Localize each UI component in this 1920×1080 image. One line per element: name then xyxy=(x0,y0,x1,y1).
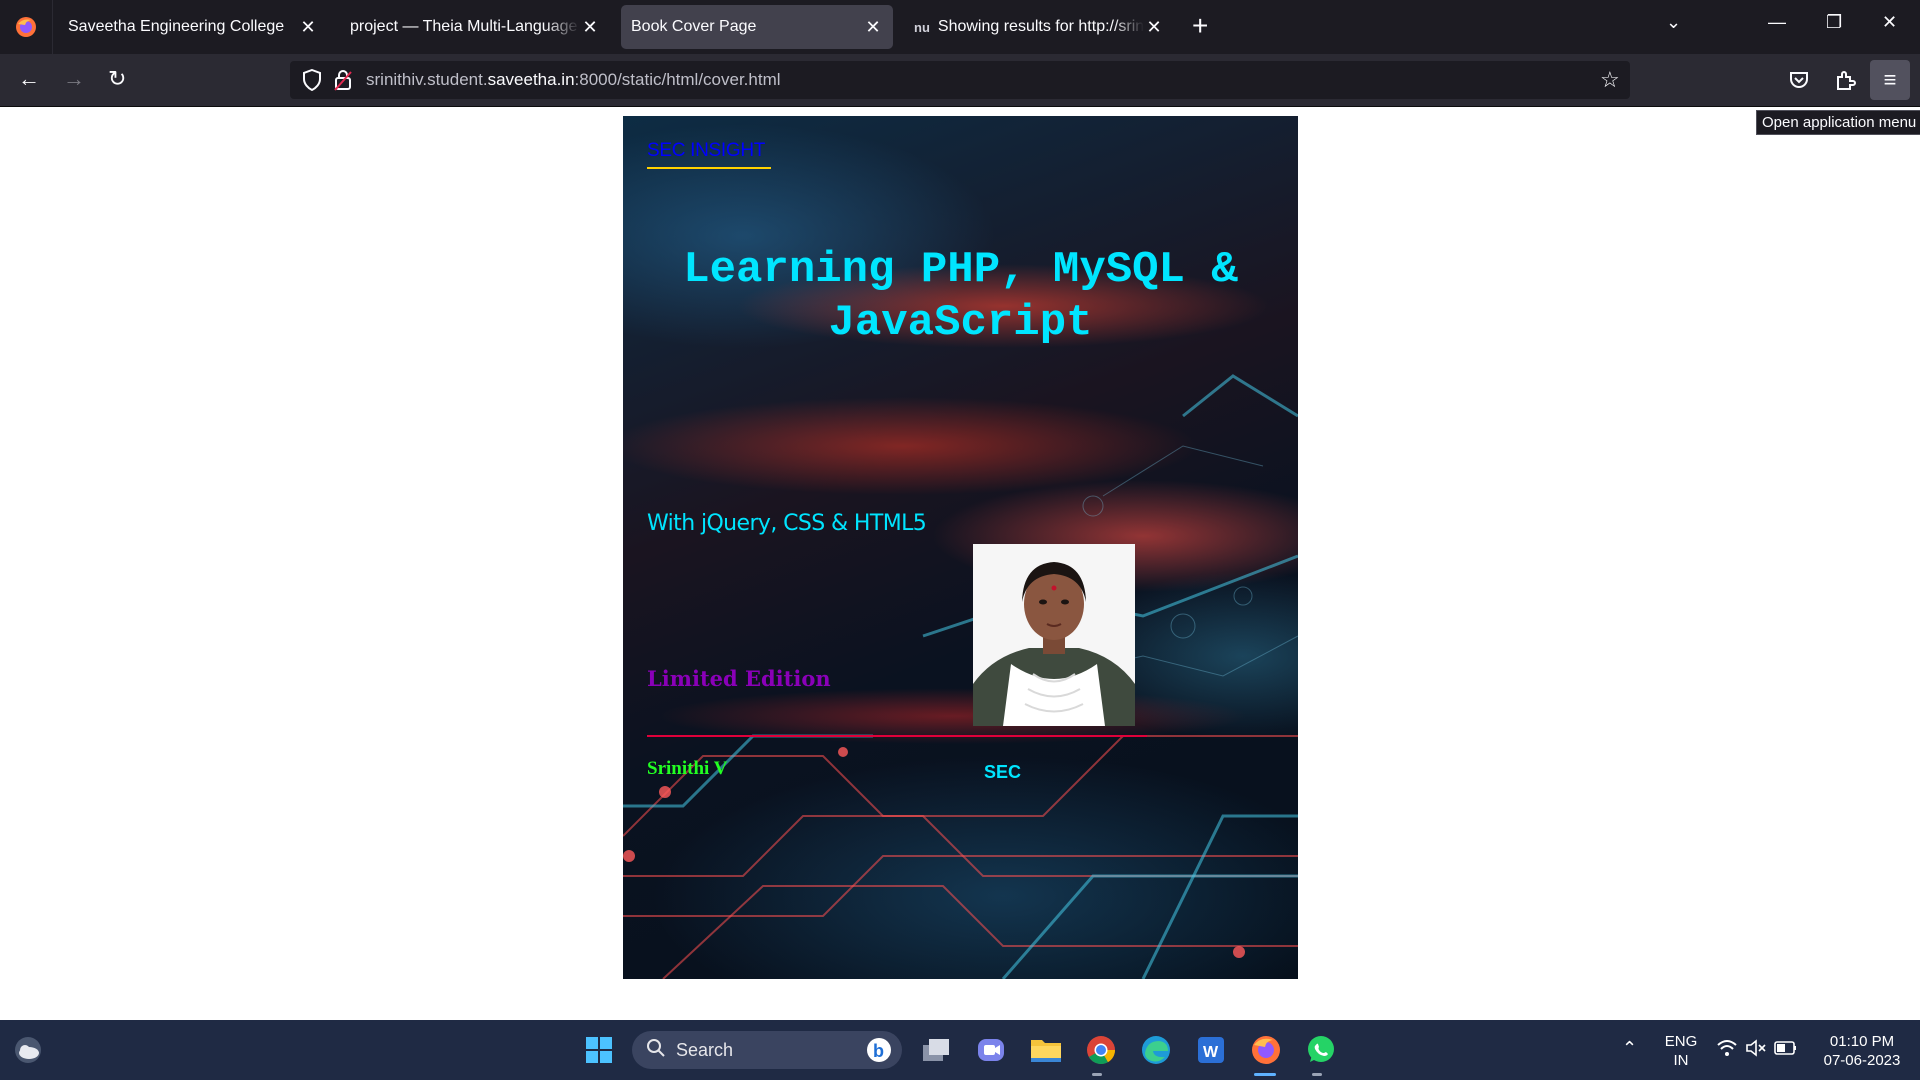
tab-saveetha[interactable]: Saveetha Engineering College ✕ xyxy=(58,5,328,49)
edge-icon[interactable] xyxy=(1140,1034,1172,1066)
tab-label: Showing results for http://srinith xyxy=(937,18,1144,35)
taskbar: Search b W ⌃ ENG IN 01:10 PM 07-06-2023 xyxy=(0,1020,1920,1080)
book-title: Learning PHP, MySQL & JavaScript xyxy=(623,244,1298,350)
url-text[interactable]: srinithiv.student.saveetha.in:8000/stati… xyxy=(366,70,781,90)
url-bar[interactable]: srinithiv.student.saveetha.in:8000/stati… xyxy=(290,61,1630,99)
clock-time: 01:10 PM xyxy=(1829,1033,1895,1050)
wifi-icon[interactable] xyxy=(1716,1038,1738,1063)
hamburger-icon: ≡ xyxy=(1883,67,1897,92)
start-windows-icon[interactable] xyxy=(583,1034,615,1066)
minimize-icon[interactable]: — xyxy=(1768,12,1786,33)
whatsapp-icon[interactable] xyxy=(1305,1034,1337,1066)
battery-icon[interactable] xyxy=(1774,1039,1798,1062)
tab-project[interactable]: project — Theia Multi-Language Ex ✕ xyxy=(340,5,610,49)
extensions-icon[interactable] xyxy=(1834,69,1856,96)
forward-icon[interactable]: → xyxy=(63,68,85,90)
clock[interactable]: 01:10 PM 07-06-2023 xyxy=(1812,1032,1912,1070)
teams-chat-icon[interactable] xyxy=(975,1034,1007,1066)
author-photo xyxy=(973,544,1135,726)
tab-label: Book Cover Page xyxy=(631,18,757,35)
list-all-tabs-icon[interactable]: ⌄ xyxy=(1666,12,1681,33)
edition-label: Limited Edition xyxy=(647,666,831,691)
show-hidden-icons-chevron-icon[interactable]: ⌃ xyxy=(1622,1038,1637,1059)
firefox-taskbar-icon[interactable] xyxy=(1250,1034,1282,1066)
close-tab-icon[interactable]: ✕ xyxy=(580,17,600,38)
close-tab-icon[interactable]: ✕ xyxy=(298,17,318,38)
svg-text:W: W xyxy=(1203,1044,1219,1061)
book-title-line-1: Learning PHP, MySQL & xyxy=(683,245,1238,295)
bing-icon[interactable]: b xyxy=(866,1037,892,1068)
pocket-icon[interactable] xyxy=(1788,69,1810,96)
firefox-view-button[interactable] xyxy=(0,0,53,54)
book-title-line-2: JavaScript xyxy=(828,298,1093,348)
language-indicator[interactable]: ENG IN xyxy=(1662,1032,1700,1070)
restore-icon[interactable]: ❐ xyxy=(1826,12,1842,33)
file-explorer-icon[interactable] xyxy=(1030,1034,1062,1066)
url-prefix: srinithiv.student. xyxy=(366,70,488,89)
weather-widget-icon[interactable] xyxy=(12,1034,44,1066)
running-indicator xyxy=(1312,1073,1322,1076)
close-window-icon[interactable]: ✕ xyxy=(1882,12,1897,33)
search-icon xyxy=(646,1038,666,1063)
close-tab-icon[interactable]: ✕ xyxy=(863,17,883,38)
tab-label: Saveetha Engineering College xyxy=(68,18,285,35)
volume-muted-icon[interactable] xyxy=(1745,1038,1767,1063)
word-icon[interactable]: W xyxy=(1195,1034,1227,1066)
navigation-bar: ← → ↻ srinithiv.student.saveetha.in:8000… xyxy=(0,54,1920,107)
author-name: Srinithi V xyxy=(647,758,728,779)
url-suffix: :8000/static/html/cover.html xyxy=(574,70,781,89)
active-indicator xyxy=(1254,1073,1276,1076)
menu-tooltip: Open application menu xyxy=(1756,110,1920,135)
url-domain: saveetha.in xyxy=(487,70,575,89)
bookmark-star-icon[interactable]: ☆ xyxy=(1600,67,1620,93)
close-tab-icon[interactable]: ✕ xyxy=(1144,17,1164,38)
firefox-icon xyxy=(16,17,36,37)
language-code: ENG xyxy=(1664,1033,1698,1050)
reload-icon[interactable]: ↻ xyxy=(108,68,126,90)
new-tab-button[interactable]: + xyxy=(1192,12,1208,40)
tab-search-results[interactable]: nu Showing results for http://srinith ✕ xyxy=(904,5,1174,49)
chrome-icon[interactable] xyxy=(1085,1034,1117,1066)
book-cover: SEC INSIGHT Learning PHP, MySQL & JavaSc… xyxy=(623,116,1298,979)
back-icon[interactable]: ← xyxy=(18,68,40,90)
running-indicator xyxy=(1092,1073,1102,1076)
book-subtitle: With jQuery, CSS & HTML5 xyxy=(647,511,927,536)
svg-text:b: b xyxy=(873,1041,884,1061)
site-favicon-icon: nu xyxy=(914,19,930,35)
publisher-name: SEC xyxy=(984,762,1022,782)
taskbar-search-box[interactable]: Search b xyxy=(632,1031,902,1069)
tab-book-cover[interactable]: Book Cover Page ✕ xyxy=(621,5,893,49)
brand-label: SEC INSIGHT xyxy=(647,140,771,169)
shield-icon[interactable] xyxy=(302,68,322,96)
application-menu-button[interactable]: ≡ xyxy=(1870,60,1910,100)
region-code: IN xyxy=(1673,1052,1689,1069)
divider-line xyxy=(647,735,1147,737)
insecure-lock-icon[interactable] xyxy=(334,69,352,96)
search-label: Search xyxy=(676,1039,734,1060)
task-view-icon[interactable] xyxy=(920,1034,952,1066)
clock-date: 07-06-2023 xyxy=(1823,1052,1901,1069)
tab-label: project — Theia Multi-Language Ex xyxy=(350,18,580,35)
author-portrait-illustration xyxy=(973,544,1135,726)
